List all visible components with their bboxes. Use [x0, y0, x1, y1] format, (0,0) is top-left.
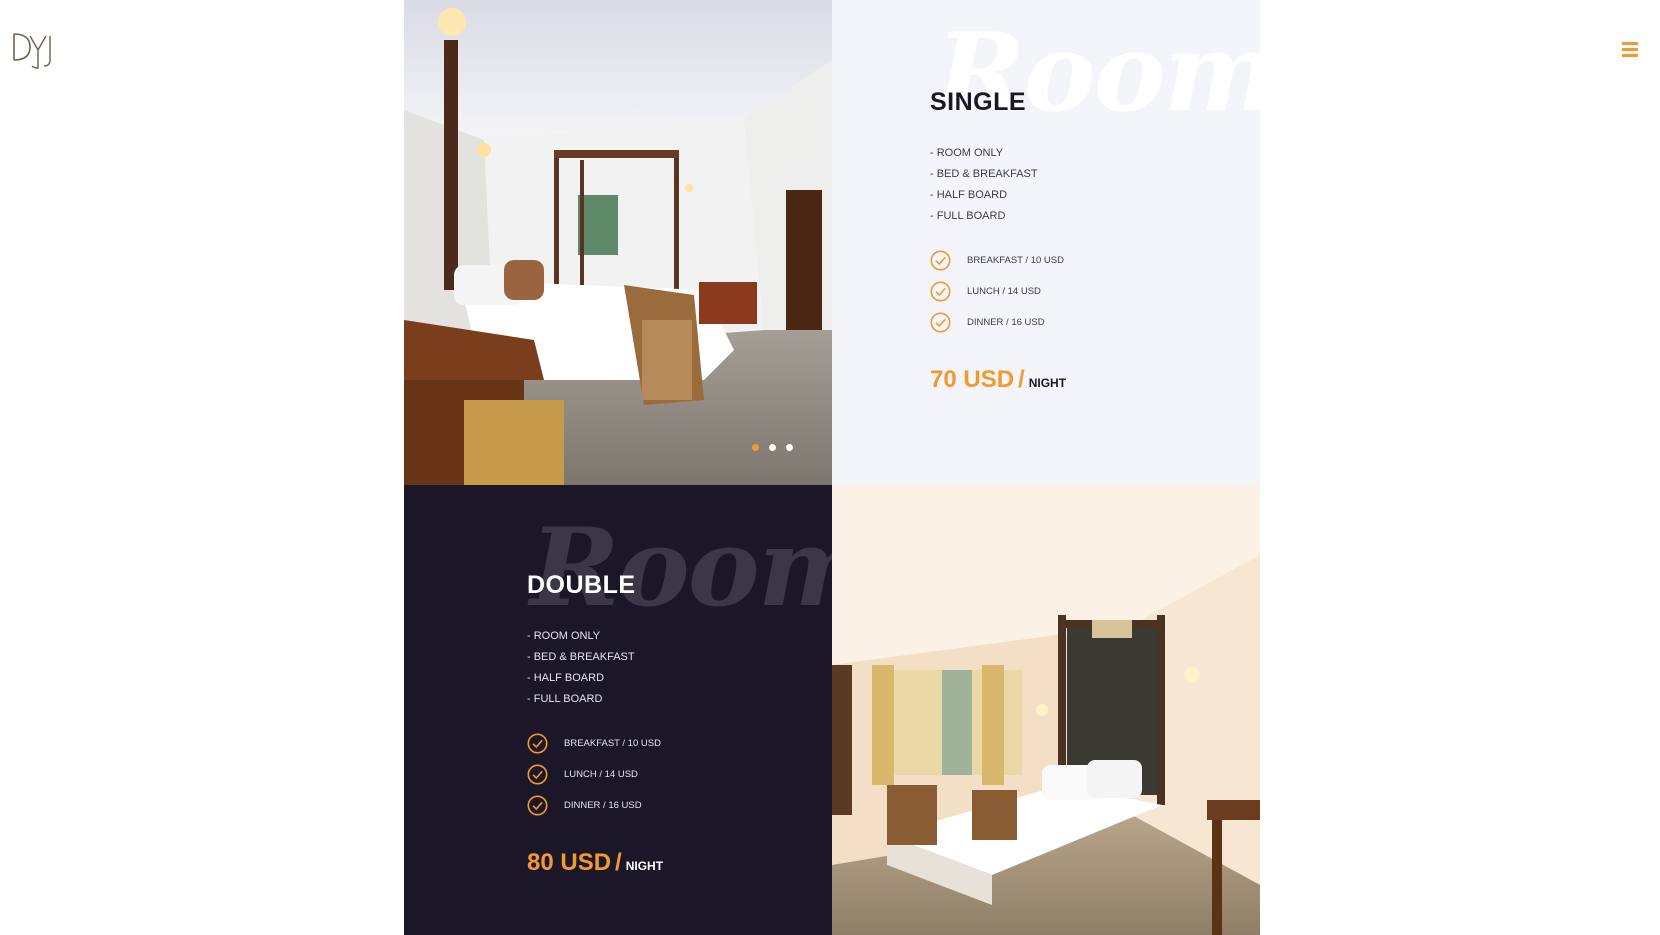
- hamburger-menu-icon[interactable]: [1622, 42, 1638, 58]
- meal-label: DINNER / 16 USD: [967, 317, 1045, 328]
- price-separator: /: [615, 849, 622, 876]
- room-option: - FULL BOARD: [930, 210, 1006, 222]
- meal-label: DINNER / 16 USD: [564, 800, 642, 811]
- room-options-list: - ROOM ONLY - BED & BREAKFAST - HALF BOA…: [527, 626, 663, 710]
- rooms-grid: Rooms SINGLE - ROOM ONLY - BED & BREAKFA…: [404, 0, 1260, 935]
- room-title: DOUBLE: [527, 571, 636, 599]
- check-circle-icon: [527, 733, 548, 754]
- price-amount: 70 USD: [930, 366, 1015, 393]
- price-unit: NIGHT: [1028, 376, 1067, 390]
- room-option: - HALF BOARD: [930, 189, 1008, 201]
- single-room-panel: Rooms SINGLE - ROOM ONLY - BED & BREAKFA…: [832, 0, 1260, 485]
- carousel-dot-3[interactable]: [786, 444, 793, 451]
- price-amount: 80 USD: [527, 849, 612, 876]
- check-circle-icon: [527, 795, 548, 816]
- check-circle-icon: [930, 281, 951, 302]
- carousel-dot-1[interactable]: [752, 444, 759, 451]
- meal-item: BREAKFAST / 10 USD: [930, 245, 1066, 276]
- meal-label: LUNCH / 14 USD: [564, 769, 638, 780]
- room-title: SINGLE: [930, 88, 1027, 116]
- brand-logo[interactable]: [12, 30, 56, 70]
- meal-label: LUNCH / 14 USD: [967, 286, 1041, 297]
- double-room-image: [832, 485, 1260, 935]
- meal-item: LUNCH / 14 USD: [930, 276, 1066, 307]
- single-room-photo: [404, 0, 832, 485]
- double-room-panel: Rooms DOUBLE - ROOM ONLY - BED & BREAKFA…: [404, 485, 832, 935]
- meal-label: BREAKFAST / 10 USD: [564, 738, 661, 749]
- double-room-card: DOUBLE - ROOM ONLY - BED & BREAKFAST - H…: [527, 571, 663, 877]
- meal-prices: BREAKFAST / 10 USD LUNCH / 14 USD DINNER…: [930, 245, 1066, 338]
- room-option: - BED & BREAKFAST: [930, 168, 1038, 180]
- room-price: 80 USD / NIGHT: [527, 849, 663, 877]
- room-option: - ROOM ONLY: [930, 147, 1004, 159]
- logo-mark: [13, 33, 51, 69]
- double-room-photo: [832, 485, 1260, 935]
- meal-item: DINNER / 16 USD: [930, 307, 1066, 338]
- room-option: - ROOM ONLY: [527, 630, 601, 642]
- meal-label: BREAKFAST / 10 USD: [967, 255, 1064, 266]
- check-circle-icon: [930, 312, 951, 333]
- check-circle-icon: [930, 250, 951, 271]
- room-option: - BED & BREAKFAST: [527, 651, 635, 663]
- check-circle-icon: [527, 764, 548, 785]
- meal-prices: BREAKFAST / 10 USD LUNCH / 14 USD DINNER…: [527, 728, 663, 821]
- single-room-photo-carousel[interactable]: [404, 0, 832, 485]
- single-room-card: SINGLE - ROOM ONLY - BED & BREAKFAST - H…: [930, 88, 1066, 394]
- meal-item: DINNER / 16 USD: [527, 790, 663, 821]
- room-option: - HALF BOARD: [527, 672, 605, 684]
- price-separator: /: [1018, 366, 1025, 393]
- price-unit: NIGHT: [625, 859, 664, 873]
- carousel-dot-2[interactable]: [769, 444, 776, 451]
- meal-item: LUNCH / 14 USD: [527, 759, 663, 790]
- room-price: 70 USD / NIGHT: [930, 366, 1066, 394]
- room-option: - FULL BOARD: [527, 693, 603, 705]
- room-options-list: - ROOM ONLY - BED & BREAKFAST - HALF BOA…: [930, 143, 1066, 227]
- meal-item: BREAKFAST / 10 USD: [527, 728, 663, 759]
- carousel-dots: [752, 444, 793, 451]
